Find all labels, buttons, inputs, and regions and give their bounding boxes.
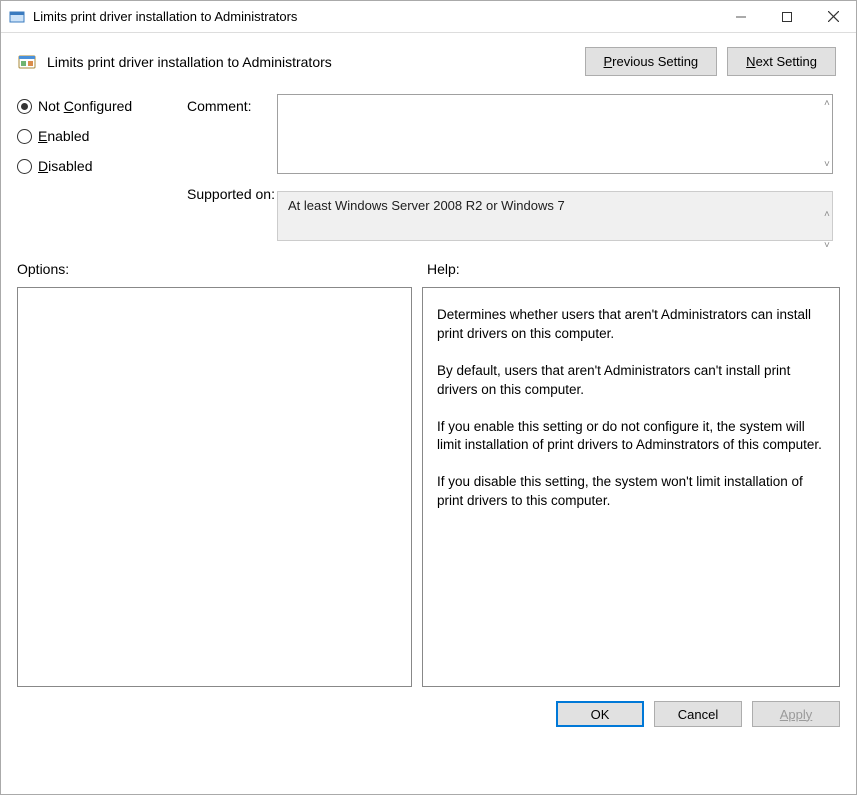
scroll-down-icon: ˅ — [824, 159, 836, 170]
help-paragraph: If you disable this setting, the system … — [437, 473, 825, 511]
policy-title: Limits print driver installation to Admi… — [47, 54, 585, 70]
dialog-footer: OK Cancel Apply — [1, 687, 856, 741]
radio-not-configured[interactable]: Not Configured — [17, 98, 187, 114]
ok-button[interactable]: OK — [556, 701, 644, 727]
help-label: Help: — [427, 261, 460, 277]
cancel-button[interactable]: Cancel — [654, 701, 742, 727]
supported-on-field: At least Windows Server 2008 R2 or Windo… — [277, 191, 833, 241]
next-setting-button[interactable]: Next Setting — [727, 47, 836, 76]
window-title: Limits print driver installation to Admi… — [33, 9, 718, 24]
radio-label: Disabled — [38, 158, 93, 174]
radio-label: Not Configured — [38, 98, 132, 114]
radio-indicator — [17, 99, 32, 114]
scroll-up-icon: ˄ — [824, 98, 836, 109]
state-radio-group: Not Configured Enabled Disabled — [17, 94, 187, 188]
previous-setting-button[interactable]: Previous Setting — [585, 47, 718, 76]
scroll-down-icon: ˅ — [824, 240, 836, 251]
radio-indicator — [17, 129, 32, 144]
title-bar: Limits print driver installation to Admi… — [1, 1, 856, 33]
comment-label: Comment: — [187, 98, 277, 114]
radio-disabled[interactable]: Disabled — [17, 158, 187, 174]
help-paragraph: If you enable this setting or do not con… — [437, 418, 825, 456]
help-pane: Determines whether users that aren't Adm… — [422, 287, 840, 687]
radio-enabled[interactable]: Enabled — [17, 128, 187, 144]
radio-label: Enabled — [38, 128, 89, 144]
maximize-button[interactable] — [764, 1, 810, 32]
scroll-up-icon: ˄ — [824, 209, 836, 220]
help-paragraph: Determines whether users that aren't Adm… — [437, 306, 825, 344]
minimize-button[interactable] — [718, 1, 764, 32]
help-paragraph: By default, users that aren't Administra… — [437, 362, 825, 400]
window-icon — [9, 9, 25, 25]
comment-textarea[interactable] — [277, 94, 833, 174]
options-label: Options: — [17, 261, 427, 277]
apply-button[interactable]: Apply — [752, 701, 840, 727]
policy-icon — [17, 52, 37, 72]
options-pane — [17, 287, 412, 687]
close-button[interactable] — [810, 1, 856, 32]
supported-on-label: Supported on: — [187, 186, 277, 202]
radio-indicator — [17, 159, 32, 174]
apply-button-label: Apply — [780, 707, 813, 722]
